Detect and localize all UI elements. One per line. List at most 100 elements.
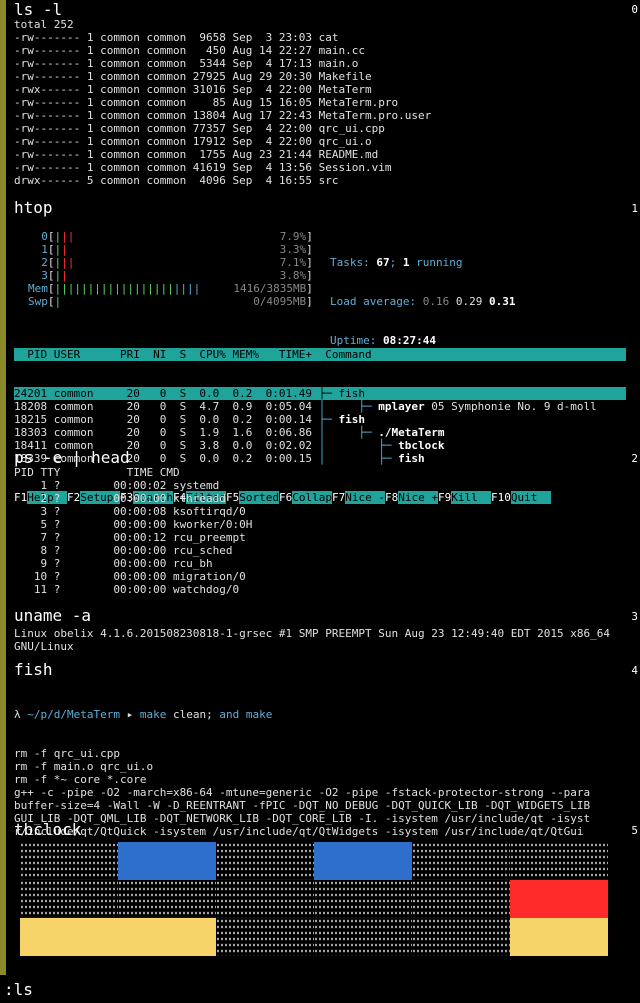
swap-meter: Swp[| 0/4095MB] (28, 295, 313, 308)
pane-number-uname: 3 (631, 610, 638, 623)
fish-output-line: r/include/qt/QtQuick -isystem /usr/inclu… (14, 825, 584, 838)
load-label: Load average: (330, 295, 417, 308)
clock-cell-empty (216, 918, 314, 956)
process-stats: 24201 common 20 0 S 0.0 0.2 0:01.49 (14, 387, 319, 400)
process-tree: ├─ (318, 413, 339, 426)
fkey-label[interactable]: Collap (292, 491, 332, 504)
pane-title-tbclock: tbclock (14, 820, 82, 839)
load15: 0.31 (488, 295, 516, 308)
ps-line: 8 ? 00:00:00 rcu_sched (14, 544, 233, 557)
cpu-meter: 3[|| 3.8%] (28, 269, 313, 282)
clock-cell-empty (412, 880, 510, 918)
process-stats: 18215 common 20 0 S 0.0 0.2 0:00.14 (14, 413, 319, 426)
cpu-meter-value: 3.8% (279, 269, 307, 282)
cpu-meter-label: 0 (28, 230, 48, 243)
process-args: 05 Symphonie No. 9 d-moll (424, 400, 597, 413)
load1: 0.16 (422, 295, 450, 308)
cpu-meter-bar: ||| (54, 230, 75, 243)
process-command: mplayer (378, 400, 425, 413)
fkey-f6[interactable]: F6 (279, 491, 292, 504)
swap-meter-label: Swp (28, 295, 48, 308)
process-tree: │ ├─ (318, 400, 379, 413)
process-tree: ├─ (318, 387, 339, 400)
clock-cell-empty (412, 842, 510, 880)
clock-block-blue (118, 842, 216, 880)
ps-line: 1 ? 00:00:02 systemd (14, 479, 220, 492)
clock-block-red (510, 880, 608, 918)
ls-line: -rw------- 1 common common 85 Aug 15 16:… (14, 96, 399, 109)
pane-number-fish: 4 (631, 664, 638, 677)
fkey-f7[interactable]: F7 (332, 491, 345, 504)
ps-line: 2 ? 00:00:00 kthreadd (14, 492, 226, 505)
tasks-label: Tasks: (330, 256, 370, 269)
lambda-icon: λ (14, 708, 21, 721)
htop-meters: 0[||| 7.9%] 1[|| 3.3%] 2[||| 7.1%] 3[|| … (28, 230, 313, 308)
cpu-meter-bar: ||| (54, 256, 75, 269)
ls-line: -rw------- 1 common common 13804 Aug 17 … (14, 109, 432, 122)
process-tree: │ ├─ (318, 439, 399, 452)
pane-title-uname: uname -a (14, 606, 92, 625)
fkey-label[interactable]: Nice + (398, 491, 438, 504)
fish-output[interactable]: λ ~/p/d/MetaTerm ▸ make clean; and make … (14, 682, 590, 864)
pane-number-htop: 1 (631, 202, 638, 215)
ls-line: total 252 (14, 18, 74, 31)
command-line[interactable]: :ls (4, 980, 33, 999)
mem-meter-value: 1416/3835MB (233, 282, 307, 295)
ls-line: -rw------- 1 common common 9658 Sep 3 23… (14, 31, 339, 44)
fkey-label[interactable]: Quit (510, 491, 551, 504)
ps-line: 10 ? 00:00:00 migration/0 (14, 570, 246, 583)
clock-block-yellow (20, 918, 118, 956)
fish-output-line: rm -f qrc_ui.cpp (14, 747, 120, 760)
process-header[interactable]: PID USER PRI NI S CPU% MEM% TIME+ Comman… (14, 348, 626, 361)
cpu-meter-value: 7.9% (279, 230, 307, 243)
load5: 0.29 (455, 295, 483, 308)
fkey-f10[interactable]: F10 (491, 491, 511, 504)
fkey-f9[interactable]: F9 (438, 491, 451, 504)
fkey-f8[interactable]: F8 (385, 491, 398, 504)
ls-line: -rwx------ 1 common common 31016 Sep 4 2… (14, 83, 372, 96)
ps-line: 7 ? 00:00:12 rcu_preempt (14, 531, 246, 544)
pane-title-ps: ps -e | head (14, 448, 130, 467)
ps-line: 11 ? 00:00:00 watchdog/0 (14, 583, 240, 596)
pane-title-fish: fish (14, 660, 53, 679)
cpu-meter-label: 3 (28, 269, 48, 282)
clock-cell-empty (314, 880, 412, 918)
tbclock-display (14, 840, 640, 960)
clock-block-yellow (510, 918, 608, 956)
pane-title-htop: htop (14, 198, 53, 217)
tasks-count: 67 (376, 256, 390, 269)
ls-line: -rw------- 1 common common 17912 Sep 4 2… (14, 135, 372, 148)
clock-cell-empty (216, 880, 314, 918)
ls-line: -rw------- 1 common common 5344 Sep 4 17… (14, 57, 359, 70)
process-row[interactable]: 18303 common 20 0 S 1.9 1.6 0:06.86 │ ├─… (14, 426, 626, 439)
cpu-meter-bar: || (54, 243, 68, 256)
prompt-arrow-icon: ▸ (126, 708, 134, 721)
htop-pane[interactable]: 0[||| 7.9%] 1[|| 3.3%] 2[||| 7.1%] 3[|| … (14, 218, 640, 504)
fkey-label[interactable]: Kill (451, 491, 491, 504)
mem-meter: Mem[|||||||||||||||||||||| 1416/3835MB] (28, 282, 313, 295)
clock-block-blue (314, 842, 412, 880)
clock-cell-empty (216, 842, 314, 880)
process-stats: 18303 common 20 0 S 1.9 1.6 0:06.86 (14, 426, 319, 439)
clock-cell-empty (20, 880, 118, 918)
pane-title-ls: ls -l (14, 0, 63, 19)
cpu-meter-bar: || (54, 269, 68, 282)
fish-output-line: g++ -c -pipe -O2 -march=x86-64 -mtune=ge… (14, 786, 591, 799)
uname-line: GNU/Linux (14, 640, 74, 653)
ls-line: -rw------- 1 common common 450 Aug 14 22… (14, 44, 365, 57)
fish-output-line: buffer-size=4 -Wall -W -D_REENTRANT -fPI… (14, 799, 591, 812)
fkey-label[interactable]: Nice - (345, 491, 385, 504)
process-row[interactable]: 18208 common 20 0 S 4.7 0.9 0:05.04 │ ├─… (14, 400, 626, 413)
process-command: fish (338, 387, 366, 400)
cpu-meter-label: 1 (28, 243, 48, 256)
mem-meter-bar: |||||||||||||||||||||| (54, 282, 201, 295)
pane-number-ps: 2 (631, 452, 638, 465)
ps-line: 9 ? 00:00:00 rcu_bh (14, 557, 213, 570)
process-row[interactable]: 18215 common 20 0 S 0.0 0.2 0:00.14 ├─ f… (14, 413, 626, 426)
process-row[interactable]: 24201 common 20 0 S 0.0 0.2 0:01.49 ├─ f… (14, 387, 626, 400)
fish-output-line: GUI_LIB -DQT_QML_LIB -DQT_NETWORK_LIB -D… (14, 812, 591, 825)
uname-line: Linux obelix 4.1.6.201508230818-1-grsec … (14, 627, 611, 640)
swap-meter-value: 0/4095MB (253, 295, 307, 308)
cpu-meter-label: 2 (28, 256, 48, 269)
ls-line: -rw------- 1 common common 27925 Aug 29 … (14, 70, 372, 83)
